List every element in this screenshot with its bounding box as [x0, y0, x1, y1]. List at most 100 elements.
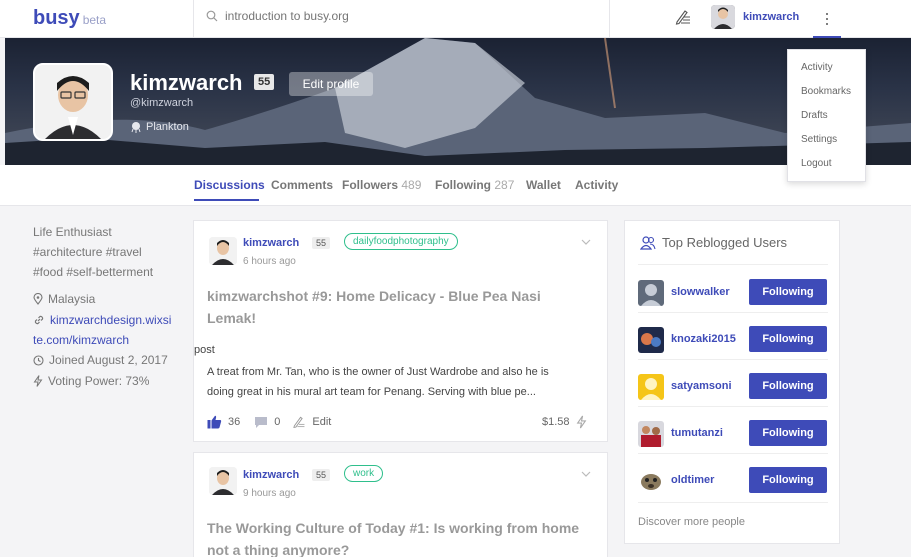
user-name[interactable]: knozaki2015 — [671, 333, 736, 345]
post-author-avatar[interactable] — [209, 237, 237, 265]
rank-text: Plankton — [146, 121, 189, 133]
website-link[interactable]: kimzwarchdesign.wixsi — [50, 313, 171, 327]
post-author-name[interactable]: kimzwarch — [243, 469, 299, 481]
tab-wallet[interactable]: Wallet — [526, 178, 561, 192]
user-avatar[interactable] — [638, 468, 664, 494]
post-title[interactable]: kimzwarchshot #9: Home Delicacy - Blue P… — [207, 285, 597, 329]
website-row-continued: te.com/kimzwarch — [33, 333, 129, 347]
tab-followers[interactable]: Followers 489 — [342, 178, 421, 192]
menu-item-bookmarks[interactable]: Bookmarks — [801, 86, 851, 97]
divider — [638, 406, 828, 407]
post-tag[interactable]: work — [344, 465, 384, 482]
divider — [638, 312, 828, 313]
profile-avatar — [33, 63, 113, 141]
write-icon[interactable] — [674, 8, 692, 26]
post-title-line: not a thing anymore? — [207, 542, 350, 557]
post-time: 9 hours ago — [243, 488, 296, 499]
discover-more-people-link[interactable]: Discover more people — [638, 516, 745, 528]
navbar-divider — [609, 0, 610, 38]
location-pin-icon — [33, 293, 43, 305]
reputation-badge: 55 — [254, 74, 275, 90]
website-row: kimzwarchdesign.wixsi — [33, 313, 171, 327]
user-avatar[interactable] — [711, 5, 735, 29]
rank-label: Plankton — [130, 121, 189, 133]
tab-label: Activity — [575, 178, 619, 192]
tab-following[interactable]: Following 287 — [435, 178, 514, 192]
user-row: tumutanzi Following — [638, 419, 828, 453]
user-dropdown-menu: Activity Bookmarks Drafts Settings Logou… — [787, 49, 866, 182]
user-name[interactable]: tumutanzi — [671, 427, 723, 439]
post-tag[interactable]: dailyfoodphotography — [344, 233, 458, 250]
user-name[interactable]: oldtimer — [671, 474, 714, 486]
website-link[interactable]: te.com/kimzwarch — [33, 333, 129, 347]
divider — [638, 502, 828, 503]
user-row: knozaki2015 Following — [638, 325, 828, 359]
tab-label: Followers — [342, 178, 399, 192]
bio-line: #architecture #travel — [33, 245, 142, 259]
menu-item-activity[interactable]: Activity — [801, 62, 833, 73]
post-excerpt[interactable]: A treat from Mr. Tan, who is the owner o… — [207, 362, 602, 402]
tab-count: 489 — [401, 178, 422, 192]
user-avatar[interactable] — [638, 374, 664, 400]
post-title[interactable]: The Working Culture of Today #1: Is work… — [207, 517, 597, 557]
following-button[interactable]: Following — [749, 373, 827, 399]
search-bar[interactable] — [206, 9, 525, 23]
post-payout[interactable]: $1.58 — [542, 415, 587, 429]
chevron-down-icon[interactable] — [581, 239, 591, 245]
post-title-line: The Working Culture of Today #1: Is work… — [207, 520, 580, 536]
following-button[interactable]: Following — [749, 279, 827, 305]
edit-profile-button[interactable]: Edit profile — [289, 72, 373, 96]
profile-tabs: Discussions Comments Followers 489 Follo… — [0, 165, 911, 206]
post-actions: 36 0 Edit — [207, 415, 331, 429]
following-button[interactable]: Following — [749, 326, 827, 352]
username-link[interactable]: kimzwarch — [743, 11, 799, 23]
comment-icon[interactable] — [254, 416, 268, 429]
location-row: Malaysia — [33, 292, 95, 306]
link-icon — [34, 315, 44, 325]
like-icon[interactable] — [207, 415, 222, 429]
tab-label: Wallet — [526, 178, 561, 192]
busy-logo[interactable]: busy beta — [33, 7, 106, 30]
dot-icon — [826, 18, 828, 20]
following-button[interactable]: Following — [749, 467, 827, 493]
tab-activity[interactable]: Activity — [575, 178, 618, 192]
post-author-avatar[interactable] — [209, 467, 237, 495]
user-row: satyamsoni Following — [638, 372, 828, 406]
search-icon — [206, 10, 218, 22]
divider — [638, 264, 828, 265]
users-icon — [640, 235, 656, 250]
search-input[interactable] — [225, 9, 525, 23]
joined-row: Joined August 2, 2017 — [33, 353, 168, 367]
user-avatar[interactable] — [638, 421, 664, 447]
edit-link[interactable]: Edit — [312, 416, 331, 428]
edit-icon[interactable] — [292, 415, 306, 429]
tab-comments[interactable]: Comments — [271, 178, 333, 192]
lightning-icon — [33, 375, 43, 387]
user-avatar[interactable] — [638, 280, 664, 306]
post-author-name[interactable]: kimzwarch — [243, 237, 299, 249]
post-excerpt-line: doing great in his mural art team for Pe… — [207, 386, 536, 398]
user-name[interactable]: satyamsoni — [671, 380, 732, 392]
tab-label: Comments — [271, 178, 334, 192]
more-menu-button[interactable] — [815, 5, 839, 33]
location-text: Malaysia — [48, 292, 96, 306]
user-row: slowwalker Following — [638, 278, 828, 312]
top-navbar: busybeta kimzwarch — [0, 0, 911, 38]
user-name[interactable]: slowwalker — [671, 286, 730, 298]
tab-discussions[interactable]: Discussions — [194, 178, 265, 192]
following-button[interactable]: Following — [749, 420, 827, 446]
brand-tag: beta — [82, 13, 107, 27]
profile-name: kimzwarch — [130, 70, 243, 95]
menu-item-settings[interactable]: Settings — [801, 134, 837, 145]
profile-bio: Life Enthusiast #architecture #travel #f… — [33, 222, 183, 282]
chevron-down-icon[interactable] — [581, 471, 591, 477]
voting-power-text: Voting Power: 73% — [48, 374, 150, 388]
dot-icon — [826, 23, 828, 25]
user-avatar[interactable] — [638, 327, 664, 353]
active-tab-indicator — [194, 199, 259, 201]
comment-count: 0 — [274, 416, 281, 428]
menu-item-logout[interactable]: Logout — [801, 158, 832, 169]
menu-item-drafts[interactable]: Drafts — [801, 110, 828, 121]
profile-handle: @kimzwarch — [130, 97, 194, 109]
post-excerpt-line: A treat from Mr. Tan, who is the owner o… — [207, 366, 549, 378]
